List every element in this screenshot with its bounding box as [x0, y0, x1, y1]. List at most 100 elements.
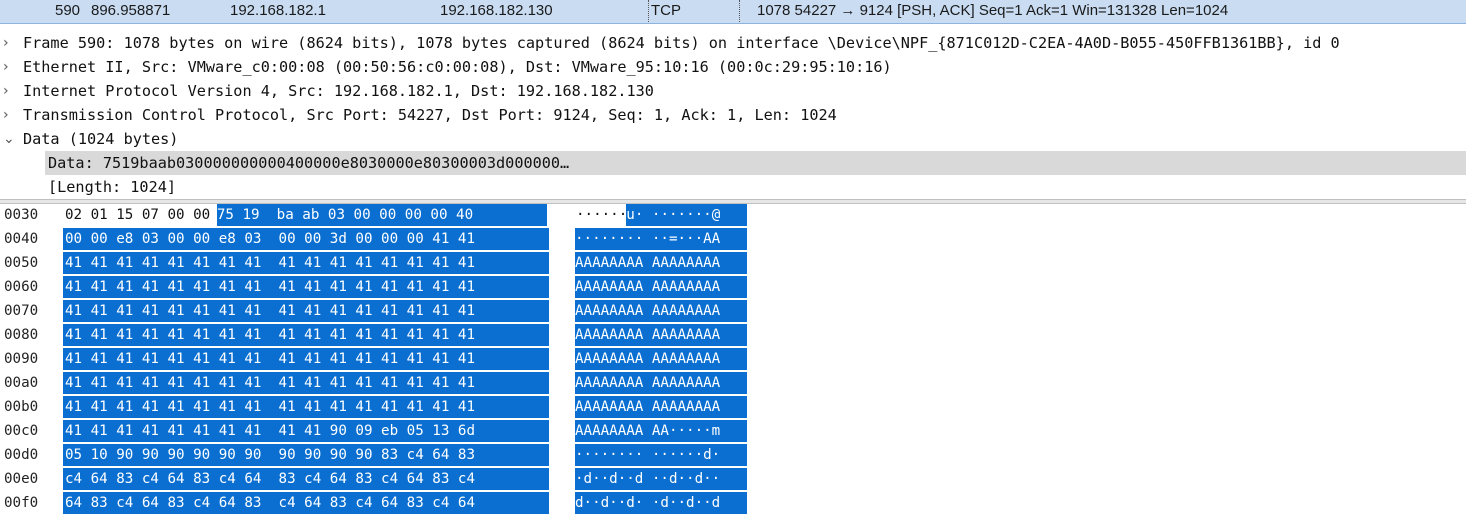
ascii-bytes[interactable]: ·d··d··d ··d··d··	[575, 468, 747, 490]
ascii-bytes[interactable]: ········ ··=···AA	[575, 228, 747, 250]
packet-info: 1078 54227 → 9124 [PSH, ACK] Seq=1 Ack=1…	[757, 2, 1229, 19]
hex-offset: 00e0	[4, 471, 39, 487]
hex-bytes[interactable]: 41 41 41 41 41 41 41 41 41 41 90 09 eb 0…	[63, 420, 549, 442]
tree-item-frame[interactable]: › Frame 590: 1078 bytes on wire (8624 bi…	[0, 31, 1466, 55]
hex-bytes-selected: 41 41 41 41 41 41 41 41 41 41 41 41 41 4…	[63, 372, 549, 394]
expand-arrow-icon[interactable]: ›	[3, 103, 17, 127]
hex-bytes[interactable]: c4 64 83 c4 64 83 c4 64 83 c4 64 83 c4 6…	[63, 468, 549, 490]
hex-bytes[interactable]: 41 41 41 41 41 41 41 41 41 41 41 41 41 4…	[63, 372, 549, 394]
hex-row[interactable]: 0090 41 41 41 41 41 41 41 41 41 41 41 41 …	[0, 348, 1466, 370]
ascii-bytes[interactable]: AAAAAAAA AAAAAAAA	[575, 372, 747, 394]
ascii-selected: d··d··d· ·d··d··d	[575, 492, 747, 514]
hex-offset: 00d0	[4, 447, 39, 463]
hex-bytes-selected: 41 41 41 41 41 41 41 41 41 41 41 41 41 4…	[63, 300, 549, 322]
hex-bytes-selected: 05 10 90 90 90 90 90 90 90 90 90 90 83 c…	[63, 444, 549, 466]
hex-offset: 0060	[4, 279, 39, 295]
packet-source: 192.168.182.1	[230, 2, 326, 19]
ascii-selected: AAAAAAAA AAAAAAAA	[575, 252, 747, 274]
hex-row[interactable]: 00e0 c4 64 83 c4 64 83 c4 64 83 c4 64 83 …	[0, 468, 1466, 490]
hex-bytes[interactable]: 02 01 15 07 00 00 75 19 ba ab 03 00 00 0…	[63, 204, 547, 226]
hex-row[interactable]: 00d0 05 10 90 90 90 90 90 90 90 90 90 90 …	[0, 444, 1466, 466]
ascii-bytes[interactable]: AAAAAAAA AAAAAAAA	[575, 324, 747, 346]
hex-bytes[interactable]: 41 41 41 41 41 41 41 41 41 41 41 41 41 4…	[63, 348, 549, 370]
hex-row[interactable]: 0030 02 01 15 07 00 00 75 19 ba ab 03 00 …	[0, 204, 1466, 226]
ascii-selected: u· ·······@	[626, 204, 747, 226]
hex-bytes-unselected: 02 01 15 07 00 00	[65, 207, 219, 223]
packet-list-row[interactable]: 590 896.958871 192.168.182.1 192.168.182…	[0, 0, 1466, 24]
hex-row[interactable]: 0080 41 41 41 41 41 41 41 41 41 41 41 41 …	[0, 324, 1466, 346]
hex-offset: 00c0	[4, 423, 39, 439]
tree-item-label: Frame 590: 1078 bytes on wire (8624 bits…	[23, 34, 1340, 52]
ascii-bytes[interactable]: AAAAAAAA AAAAAAAA	[575, 300, 747, 322]
ascii-bytes[interactable]: AAAAAAAA AAAAAAAA	[575, 348, 747, 370]
tree-item-label: Ethernet II, Src: VMware_c0:00:08 (00:50…	[23, 58, 892, 76]
hex-bytes[interactable]: 41 41 41 41 41 41 41 41 41 41 41 41 41 4…	[63, 300, 549, 322]
ascii-bytes[interactable]: AAAAAAAA AAAAAAAA	[575, 396, 747, 418]
hex-row[interactable]: 00b0 41 41 41 41 41 41 41 41 41 41 41 41 …	[0, 396, 1466, 418]
hex-row[interactable]: 00a0 41 41 41 41 41 41 41 41 41 41 41 41 …	[0, 372, 1466, 394]
tree-item-length[interactable]: [Length: 1024]	[0, 175, 1466, 199]
hex-row[interactable]: 0050 41 41 41 41 41 41 41 41 41 41 41 41 …	[0, 252, 1466, 274]
ascii-bytes[interactable]: AAAAAAAA AAAAAAAA	[575, 252, 747, 274]
ascii-selected: ········ ··=···AA	[575, 228, 747, 250]
hex-bytes-selected: c4 64 83 c4 64 83 c4 64 83 c4 64 83 c4 6…	[63, 468, 549, 490]
packet-details-pane: › Frame 590: 1078 bytes on wire (8624 bi…	[0, 24, 1466, 200]
ascii-bytes[interactable]: ········ ······d·	[575, 444, 747, 466]
hex-row[interactable]: 00c0 41 41 41 41 41 41 41 41 41 41 90 09 …	[0, 420, 1466, 442]
hex-offset: 0050	[4, 255, 39, 271]
hex-offset: 0070	[4, 303, 39, 319]
tree-item-ethernet[interactable]: › Ethernet II, Src: VMware_c0:00:08 (00:…	[0, 55, 1466, 79]
ascii-bytes[interactable]: AAAAAAAA AAAAAAAA	[575, 276, 747, 298]
ascii-bytes[interactable]: AAAAAAAA AA·····m	[575, 420, 747, 442]
packet-time: 896.958871	[91, 2, 171, 19]
ascii-selected: AAAAAAAA AAAAAAAA	[575, 396, 747, 418]
hex-bytes-selected: 00 00 e8 03 00 00 e8 03 00 00 3d 00 00 0…	[63, 228, 549, 250]
ascii-bytes[interactable]: d··d··d· ·d··d··d	[575, 492, 747, 514]
tree-item-data[interactable]: ⌄ Data (1024 bytes)	[0, 127, 1466, 151]
hex-bytes-selected: 41 41 41 41 41 41 41 41 41 41 41 41 41 4…	[63, 252, 549, 274]
ascii-selected: ········ ······d·	[575, 444, 747, 466]
hex-bytes-selected: 41 41 41 41 41 41 41 41 41 41 41 41 41 4…	[63, 396, 549, 418]
hex-bytes-selected: 41 41 41 41 41 41 41 41 41 41 41 41 41 4…	[63, 276, 549, 298]
ascii-selected: AAAAAAAA AAAAAAAA	[575, 324, 747, 346]
hex-bytes-selected: 75 19 ba ab 03 00 00 00 00 40	[216, 204, 547, 226]
tree-item-ip[interactable]: › Internet Protocol Version 4, Src: 192.…	[0, 79, 1466, 103]
tree-item-tcp[interactable]: › Transmission Control Protocol, Src Por…	[0, 103, 1466, 127]
hex-offset: 0090	[4, 351, 39, 367]
tree-item-data-payload[interactable]: Data: 7519baab030000000000400000e8030000…	[45, 151, 1466, 175]
hex-row[interactable]: 0060 41 41 41 41 41 41 41 41 41 41 41 41 …	[0, 276, 1466, 298]
hex-row[interactable]: 0070 41 41 41 41 41 41 41 41 41 41 41 41 …	[0, 300, 1466, 322]
packet-destination: 192.168.182.130	[440, 2, 553, 19]
hex-offset: 0040	[4, 231, 39, 247]
ascii-selected: ·d··d··d ··d··d··	[575, 468, 747, 490]
ascii-selected: AAAAAAAA AAAAAAAA	[575, 348, 747, 370]
tree-item-label: Internet Protocol Version 4, Src: 192.16…	[23, 82, 654, 100]
hex-bytes[interactable]: 64 83 c4 64 83 c4 64 83 c4 64 83 c4 64 8…	[63, 492, 549, 514]
expand-arrow-icon[interactable]: ›	[3, 31, 17, 55]
hex-bytes-selected: 64 83 c4 64 83 c4 64 83 c4 64 83 c4 64 8…	[63, 492, 549, 514]
hex-bytes[interactable]: 05 10 90 90 90 90 90 90 90 90 90 90 83 c…	[63, 444, 549, 466]
expand-arrow-icon[interactable]: ›	[3, 55, 17, 79]
hex-row[interactable]: 00f0 64 83 c4 64 83 c4 64 83 c4 64 83 c4 …	[0, 492, 1466, 514]
hex-bytes[interactable]: 41 41 41 41 41 41 41 41 41 41 41 41 41 4…	[63, 396, 549, 418]
tree-item-label: Data (1024 bytes)	[23, 130, 179, 148]
hex-row[interactable]: 0040 00 00 e8 03 00 00 e8 03 00 00 3d 00 …	[0, 228, 1466, 250]
tree-item-label: Data: 7519baab030000000000400000e8030000…	[48, 154, 570, 172]
hex-offset: 00b0	[4, 399, 39, 415]
hex-bytes[interactable]: 41 41 41 41 41 41 41 41 41 41 41 41 41 4…	[63, 252, 549, 274]
hex-bytes-selected: 41 41 41 41 41 41 41 41 41 41 90 09 eb 0…	[63, 420, 549, 442]
hex-bytes[interactable]: 00 00 e8 03 00 00 e8 03 00 00 3d 00 00 0…	[63, 228, 549, 250]
ascii-bytes[interactable]: ······ u· ·······@	[575, 204, 747, 226]
collapse-arrow-icon[interactable]: ⌄	[3, 127, 17, 151]
tree-item-label: [Length: 1024]	[48, 178, 177, 196]
hex-offset: 0080	[4, 327, 39, 343]
ascii-selected: AAAAAAAA AAAAAAAA	[575, 372, 747, 394]
hex-offset: 00a0	[4, 375, 39, 391]
hex-bytes[interactable]: 41 41 41 41 41 41 41 41 41 41 41 41 41 4…	[63, 276, 549, 298]
hex-offset: 0030	[4, 207, 39, 223]
tree-item-label: Transmission Control Protocol, Src Port:…	[23, 106, 837, 124]
packet-number: 590	[55, 2, 81, 19]
hex-bytes[interactable]: 41 41 41 41 41 41 41 41 41 41 41 41 41 4…	[63, 324, 549, 346]
expand-arrow-icon[interactable]: ›	[3, 79, 17, 103]
hex-bytes-selected: 41 41 41 41 41 41 41 41 41 41 41 41 41 4…	[63, 324, 549, 346]
